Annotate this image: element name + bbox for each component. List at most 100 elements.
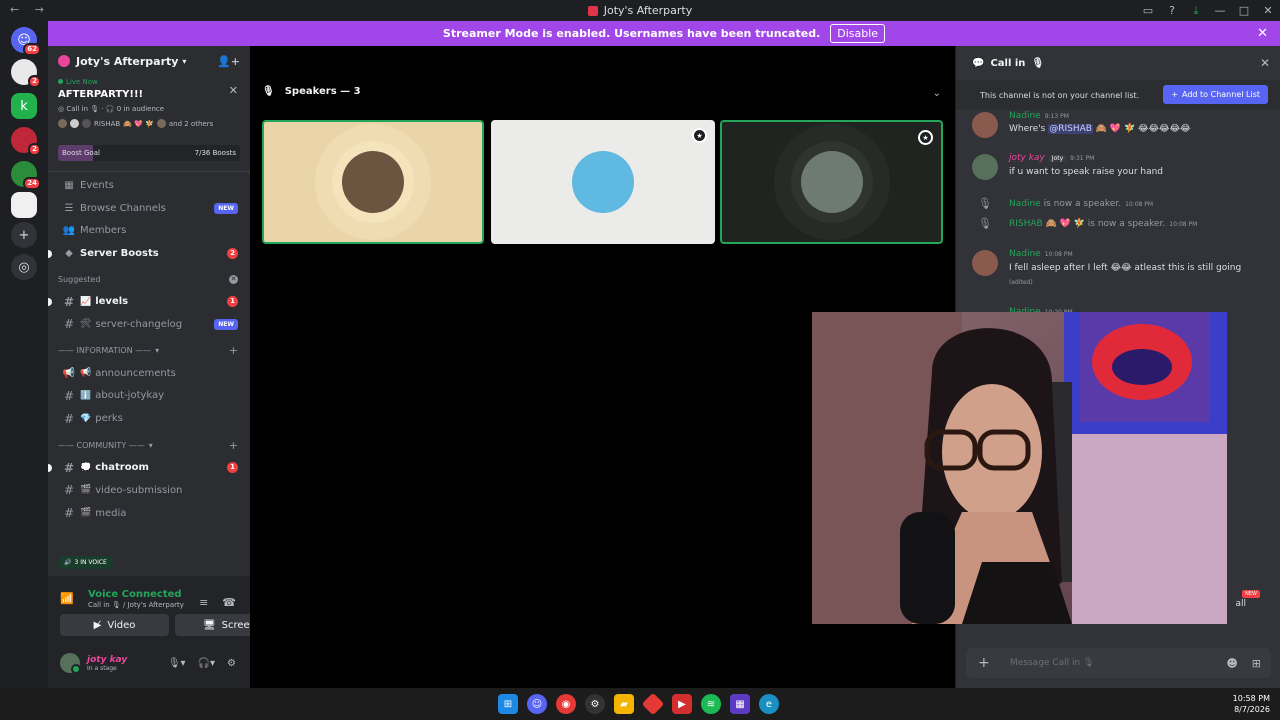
suggested-header: Suggested ✕: [58, 274, 238, 284]
chrome-icon[interactable]: ◉: [556, 694, 576, 714]
nav-arrows[interactable]: ← →: [10, 3, 50, 16]
server-header[interactable]: Joty's Afterparty ▾ 👤+: [48, 46, 250, 76]
speaker-tile[interactable]: [262, 120, 484, 244]
webcam-overlay: [812, 312, 1227, 624]
avatar: [972, 154, 998, 180]
chat-bubble-icon: 💬: [972, 57, 985, 69]
speaker-tile[interactable]: ★: [720, 120, 943, 244]
nav-members[interactable]: 👥 Members: [48, 220, 250, 243]
server-icon[interactable]: 2: [11, 127, 41, 156]
chevron-down-icon: ▾: [182, 56, 187, 66]
server-icon[interactable]: 2: [11, 59, 41, 88]
hash-icon: #: [63, 411, 75, 426]
close-banner-icon[interactable]: ✕: [1257, 26, 1268, 41]
hash-icon: #: [63, 483, 75, 498]
unread-badge: 2: [227, 248, 238, 260]
username: joty kay: [87, 654, 128, 665]
user-mention[interactable]: @RISHAB: [1048, 124, 1093, 134]
chevron-down-icon[interactable]: ⌄: [933, 88, 941, 99]
video-button[interactable]: ▶̸ Video: [60, 614, 169, 636]
home-badge: 62: [23, 43, 41, 56]
avatar: [342, 151, 404, 213]
event-title: AFTERPARTY!!!: [58, 89, 144, 100]
apps-icon[interactable]: ⊞: [1252, 657, 1261, 670]
server-badge: 24: [23, 177, 41, 190]
youtube-icon[interactable]: ▶: [672, 694, 692, 714]
microphone-icon[interactable]: 🎙▾: [168, 658, 186, 669]
soundboard-icon[interactable]: ≡: [199, 596, 208, 609]
hash-icon: #: [63, 388, 75, 403]
add-to-channel-list-button[interactable]: + Add to Channel List: [1163, 85, 1268, 104]
nav-server-boosts[interactable]: ◆ Server Boosts 2: [48, 242, 250, 265]
members-icon: 👥: [62, 225, 76, 237]
in-voice-pill[interactable]: 🔊 3 IN VOICE: [58, 556, 113, 569]
webcam-image: [812, 312, 1227, 624]
voice-connected[interactable]: 📶 Voice Connected Call in 🎙 / Joty's Aft…: [48, 582, 250, 609]
headphones-icon[interactable]: 🎧▾: [198, 658, 215, 669]
channel-media[interactable]: # 🎬 media: [48, 502, 250, 525]
help-icon[interactable]: ?: [1160, 4, 1184, 17]
nav-events[interactable]: ▦ Events: [48, 174, 250, 197]
attach-plus-icon[interactable]: +: [978, 655, 990, 671]
avatar: [572, 151, 634, 213]
inbox-icon[interactable]: ▭: [1136, 4, 1160, 17]
add-channel-icon[interactable]: +: [229, 344, 238, 357]
live-stage-card[interactable]: Live Now AFTERPARTY!!! ◎ Call in 🎙 · 🎧 0…: [48, 76, 250, 130]
message-tail-text: all: [1235, 599, 1246, 609]
user-status: In a stage: [87, 664, 117, 672]
channel-levels[interactable]: # 📈 levels 1: [48, 290, 250, 313]
file-explorer-icon[interactable]: ▰: [614, 694, 634, 714]
boost-goal-bar[interactable]: Boost Goal 7/36 Boosts: [58, 145, 240, 161]
dismiss-icon[interactable]: ✕: [229, 274, 238, 284]
add-server-icon[interactable]: +: [11, 222, 37, 248]
app-icon[interactable]: [641, 692, 665, 716]
category-information[interactable]: —— INFORMATION —— ▾ +: [48, 340, 250, 362]
channel-server-changelog[interactable]: # 🛠 server-changelog NEW: [48, 313, 250, 336]
user-panel[interactable]: joty kay In a stage 🎙▾ 🎧▾ ⚙: [48, 650, 250, 676]
microphone-icon: 🎙: [262, 86, 275, 97]
close-icon[interactable]: ✕: [229, 84, 238, 97]
channel-announcements[interactable]: 📢 📢 announcements: [48, 362, 250, 385]
live-status: Live Now: [58, 78, 240, 86]
channel-chatroom[interactable]: # 💭 chatroom 1: [48, 456, 250, 479]
maximize-icon[interactable]: □: [1232, 4, 1256, 17]
channel-about-jotykay[interactable]: # ℹ️ about-jotykay: [48, 385, 250, 408]
app-icon[interactable]: ▦: [730, 694, 750, 714]
new-badge: NEW: [1242, 590, 1260, 598]
channel-perks[interactable]: # 💎 perks: [48, 407, 250, 430]
close-chat-icon[interactable]: ✕: [1260, 56, 1270, 70]
avatar: [800, 151, 863, 213]
invite-icon[interactable]: 👤+: [217, 55, 240, 68]
nav-browse-channels[interactable]: ☰ Browse Channels NEW: [48, 197, 250, 220]
server-icon[interactable]: 24: [11, 161, 41, 190]
mic-icon: 🎙: [978, 197, 992, 210]
edge-icon[interactable]: e: [759, 694, 779, 714]
signal-icon: 📶: [60, 592, 74, 605]
close-window-icon[interactable]: ✕: [1256, 4, 1280, 17]
system-clock[interactable]: 10:58 PM 8/7/2026: [1233, 693, 1270, 715]
explore-icon[interactable]: ◎: [11, 254, 37, 280]
hash-icon: #: [63, 317, 75, 332]
message-input[interactable]: + Message Call in 🎙 ☻ ⊞: [966, 648, 1271, 678]
calendar-icon: ▦: [64, 179, 74, 191]
emoji-icon[interactable]: ☻: [1226, 657, 1237, 670]
server-icon[interactable]: [11, 192, 37, 218]
disable-button[interactable]: Disable: [830, 24, 886, 43]
windows-start-icon[interactable]: ⊞: [498, 694, 518, 714]
spotify-icon[interactable]: ≋: [701, 694, 721, 714]
discord-app-icon[interactable]: ☺: [527, 694, 547, 714]
disconnect-icon[interactable]: ☎: [222, 596, 236, 609]
category-community[interactable]: —— COMMUNITY —— ▾ +: [48, 434, 250, 456]
channel-sidebar: Joty's Afterparty ▾ 👤+ Live Now AFTERPAR…: [48, 46, 250, 576]
download-icon[interactable]: ⤓: [1184, 4, 1208, 18]
browse-icon: ☰: [64, 202, 74, 214]
settings-app-icon[interactable]: ⚙: [585, 694, 605, 714]
speaker-tile[interactable]: ★: [491, 120, 715, 244]
add-channel-icon[interactable]: +: [229, 439, 238, 452]
discord-home-icon[interactable]: ☺ 62: [11, 27, 41, 56]
new-badge: NEW: [214, 202, 238, 214]
server-icon[interactable]: k: [11, 93, 37, 119]
channel-video-submission[interactable]: # 🎬 video-submission: [48, 479, 250, 502]
minimize-icon[interactable]: —: [1208, 4, 1232, 17]
settings-gear-icon[interactable]: ⚙: [227, 658, 236, 669]
